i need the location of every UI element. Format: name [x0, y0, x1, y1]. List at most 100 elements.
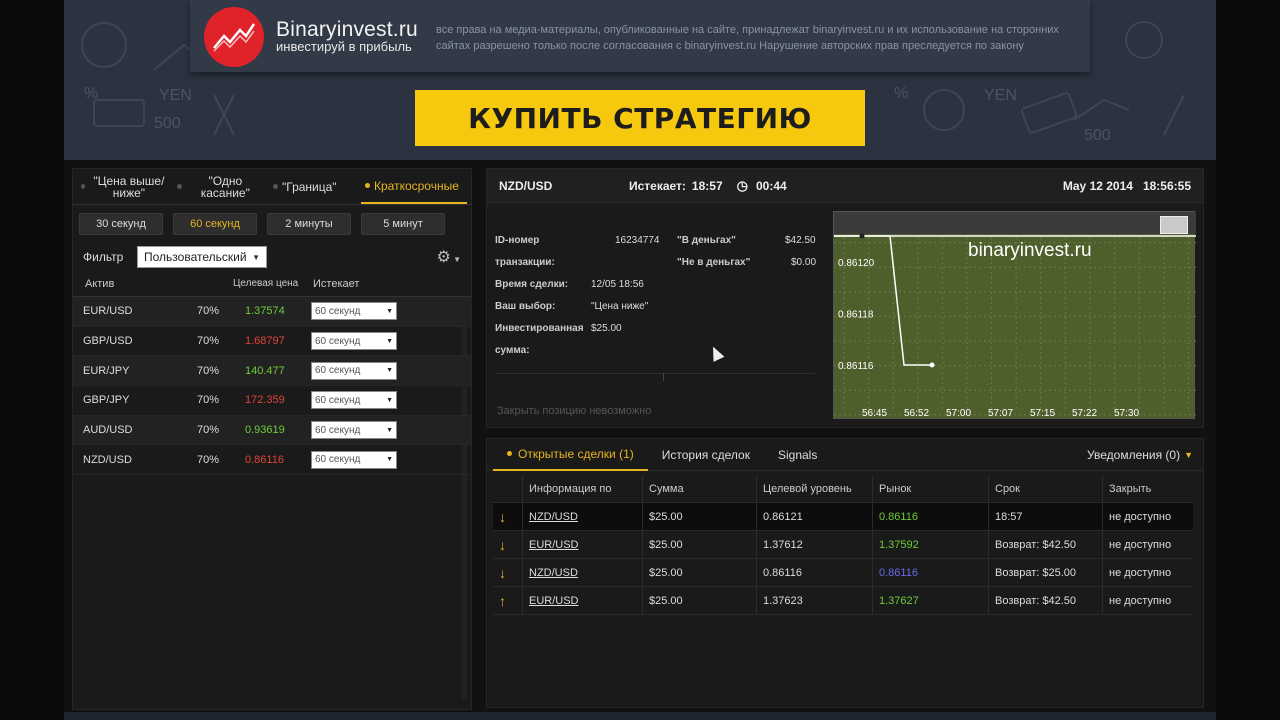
- copyright-note: все права на медиа-материалы, опубликова…: [436, 24, 1059, 52]
- expiry-value: 60 секунд: [315, 454, 361, 466]
- chevron-down-icon: ▼: [386, 396, 393, 404]
- col-expiry: Истекает: [313, 277, 360, 290]
- filter-select[interactable]: Пользовательский ▼: [137, 246, 267, 268]
- chart-x-tick-label: 57:22: [1072, 408, 1097, 419]
- asset-name: EUR/JPY: [83, 364, 130, 377]
- asset-price: 0.93619: [245, 424, 285, 437]
- asset-row-gbpusd[interactable]: GBP/USD 70% 1.68797 60 секунд ▼: [73, 327, 471, 357]
- trade-market: 1.37592: [873, 531, 989, 558]
- chart-x-tick-label: 57:00: [946, 408, 971, 419]
- chart-series-line: [834, 235, 932, 366]
- filter-label: Фильтр: [83, 250, 124, 264]
- tab-one-touch[interactable]: "Одно касание": [173, 169, 269, 204]
- doodle-500: 500: [154, 115, 181, 132]
- logo-chart-icon[interactable]: [204, 7, 264, 67]
- expiry-select[interactable]: 60 секунд ▼: [311, 302, 397, 321]
- duration-30s-button[interactable]: 30 секунд: [79, 213, 163, 235]
- asset-row-eurjpy[interactable]: EUR/JPY 70% 140.477 60 секунд ▼: [73, 356, 471, 387]
- expiry-select[interactable]: 60 секунд ▼: [311, 332, 397, 351]
- trade-close: не доступно: [1109, 538, 1172, 551]
- trade-amount: $25.00: [643, 559, 757, 586]
- invested-label-2: сумма:: [495, 345, 530, 356]
- trade-market: 0.86116: [873, 503, 989, 530]
- trade-term: Возврат: $42.50: [989, 531, 1103, 558]
- trade-header: NZD/USD Истекает: 18:57 ◷ 00:44 May 12 2…: [487, 169, 1203, 203]
- asset-payout: 70%: [197, 394, 220, 407]
- asset-row-audusd[interactable]: AUD/USD 70% 0.93619 60 секунд ▼: [73, 415, 471, 446]
- col-info: Информация по: [523, 475, 643, 502]
- expiry-value: 60 секунд: [315, 394, 361, 406]
- tab-label: Открытые сделки (1): [518, 446, 634, 461]
- tab-label: Signals: [777, 447, 818, 462]
- trade-pair-link[interactable]: EUR/USD: [529, 539, 579, 551]
- id-value: 16234774: [615, 235, 660, 246]
- asset-name: AUD/USD: [83, 424, 133, 437]
- tab-dot-icon: [273, 184, 278, 189]
- table-row: ↑ EUR/USD $25.00 1.37623 1.37627 Возврат…: [493, 587, 1193, 615]
- chevron-down-icon: ▼: [386, 426, 393, 434]
- asset-row-eurusd[interactable]: EUR/USD 70% 1.37574 60 секунд ▼: [73, 297, 471, 327]
- expires-time: 18:57: [691, 178, 723, 193]
- trade-close: не доступно: [1109, 594, 1172, 607]
- asset-panel: "Цена выше/ ниже" "Одно касание" "Границ…: [72, 168, 472, 710]
- buy-strategy-button[interactable]: КУПИТЬ СТРАТЕГИЮ: [415, 90, 865, 146]
- doodle-percent-2: %: [894, 85, 908, 102]
- expiry-select[interactable]: 60 секунд ▼: [311, 421, 397, 440]
- asset-price: 1.68797: [245, 335, 285, 348]
- asset-row-nzdusd[interactable]: NZD/USD 70% 0.86116 60 секунд ▼: [73, 445, 471, 476]
- chart-current-point: [929, 362, 935, 368]
- chart-expand-icon[interactable]: [1160, 216, 1188, 234]
- asset-name: NZD/USD: [83, 453, 132, 466]
- time-value: 12/05 18:56: [591, 279, 644, 290]
- tab-trade-history[interactable]: История сделок: [648, 439, 764, 471]
- chart-x-tick-label: 57:30: [1114, 408, 1139, 419]
- asset-row-gbpjpy[interactable]: GBP/JPY 70% 172.359 60 секунд ▼: [73, 386, 471, 416]
- tab-boundary[interactable]: "Граница": [269, 169, 361, 204]
- chevron-down-icon: ▼: [1184, 449, 1193, 460]
- trade-pair-link[interactable]: NZD/USD: [529, 511, 578, 523]
- trade-term: Возврат: $42.50: [989, 587, 1103, 614]
- tab-signals[interactable]: Signals: [764, 439, 831, 471]
- trade-target: 0.86116: [757, 559, 873, 586]
- gear-icon[interactable]: ⚙ ▼: [437, 247, 461, 267]
- col-asset: Актив: [85, 277, 115, 290]
- asset-table-header: Актив Целевая цена Истекает: [73, 271, 471, 297]
- trade-target: 1.37623: [757, 587, 873, 614]
- asset-payout: 70%: [197, 424, 220, 437]
- trade-info-panel: NZD/USD Истекает: 18:57 ◷ 00:44 May 12 2…: [486, 168, 1204, 428]
- tab-dot-icon: [507, 451, 512, 456]
- trade-amount: $25.00: [643, 587, 757, 614]
- tab-label: "Одно касание": [200, 173, 250, 200]
- asset-name: GBP/USD: [83, 335, 133, 348]
- doodle-yen-2: YEN: [984, 87, 1017, 104]
- expiry-select[interactable]: 60 секунд ▼: [311, 391, 397, 410]
- asset-payout: 70%: [197, 364, 220, 377]
- tab-open-trades[interactable]: Открытые сделки (1): [493, 439, 648, 471]
- trade-target: 1.37612: [757, 531, 873, 558]
- chart-y-tick-label: 0.86116: [838, 361, 874, 372]
- duration-5m-button[interactable]: 5 минут: [361, 213, 445, 235]
- notifications-dropdown[interactable]: Уведомления (0) ▼: [1087, 448, 1193, 462]
- tab-label: "Граница": [282, 179, 337, 194]
- doodle-500-2: 500: [1084, 127, 1111, 144]
- asset-price: 140.477: [245, 364, 285, 377]
- duration-60s-button[interactable]: 60 секунд: [173, 213, 257, 235]
- orders-tabs: Открытые сделки (1) История сделок Signa…: [487, 439, 1203, 471]
- asset-payout: 70%: [197, 305, 220, 318]
- trade-pair-link[interactable]: EUR/USD: [529, 595, 579, 607]
- in-money-value: $42.50: [785, 235, 816, 246]
- tab-high-low[interactable]: "Цена выше/ ниже": [77, 169, 173, 204]
- chart-entry-point: [859, 233, 865, 239]
- expiry-select[interactable]: 60 секунд ▼: [311, 450, 397, 469]
- table-row: ↓ NZD/USD $25.00 0.86116 0.86116 Возврат…: [493, 559, 1193, 587]
- trade-details: ID-номер транзакции: 16234774 "В деньгах…: [495, 213, 825, 423]
- chart-x-tick-label: 56:52: [904, 408, 929, 419]
- col-direction: [493, 475, 523, 502]
- asset-list-scrollbar[interactable]: [462, 299, 467, 699]
- expiry-select[interactable]: 60 секунд ▼: [311, 361, 397, 380]
- trade-pair-link[interactable]: NZD/USD: [529, 567, 578, 579]
- asset-payout: 70%: [197, 335, 220, 348]
- tab-short-term[interactable]: Краткосрочные: [361, 169, 467, 204]
- duration-2m-button[interactable]: 2 минуты: [267, 213, 351, 235]
- expiry-value: 60 секунд: [315, 424, 361, 436]
